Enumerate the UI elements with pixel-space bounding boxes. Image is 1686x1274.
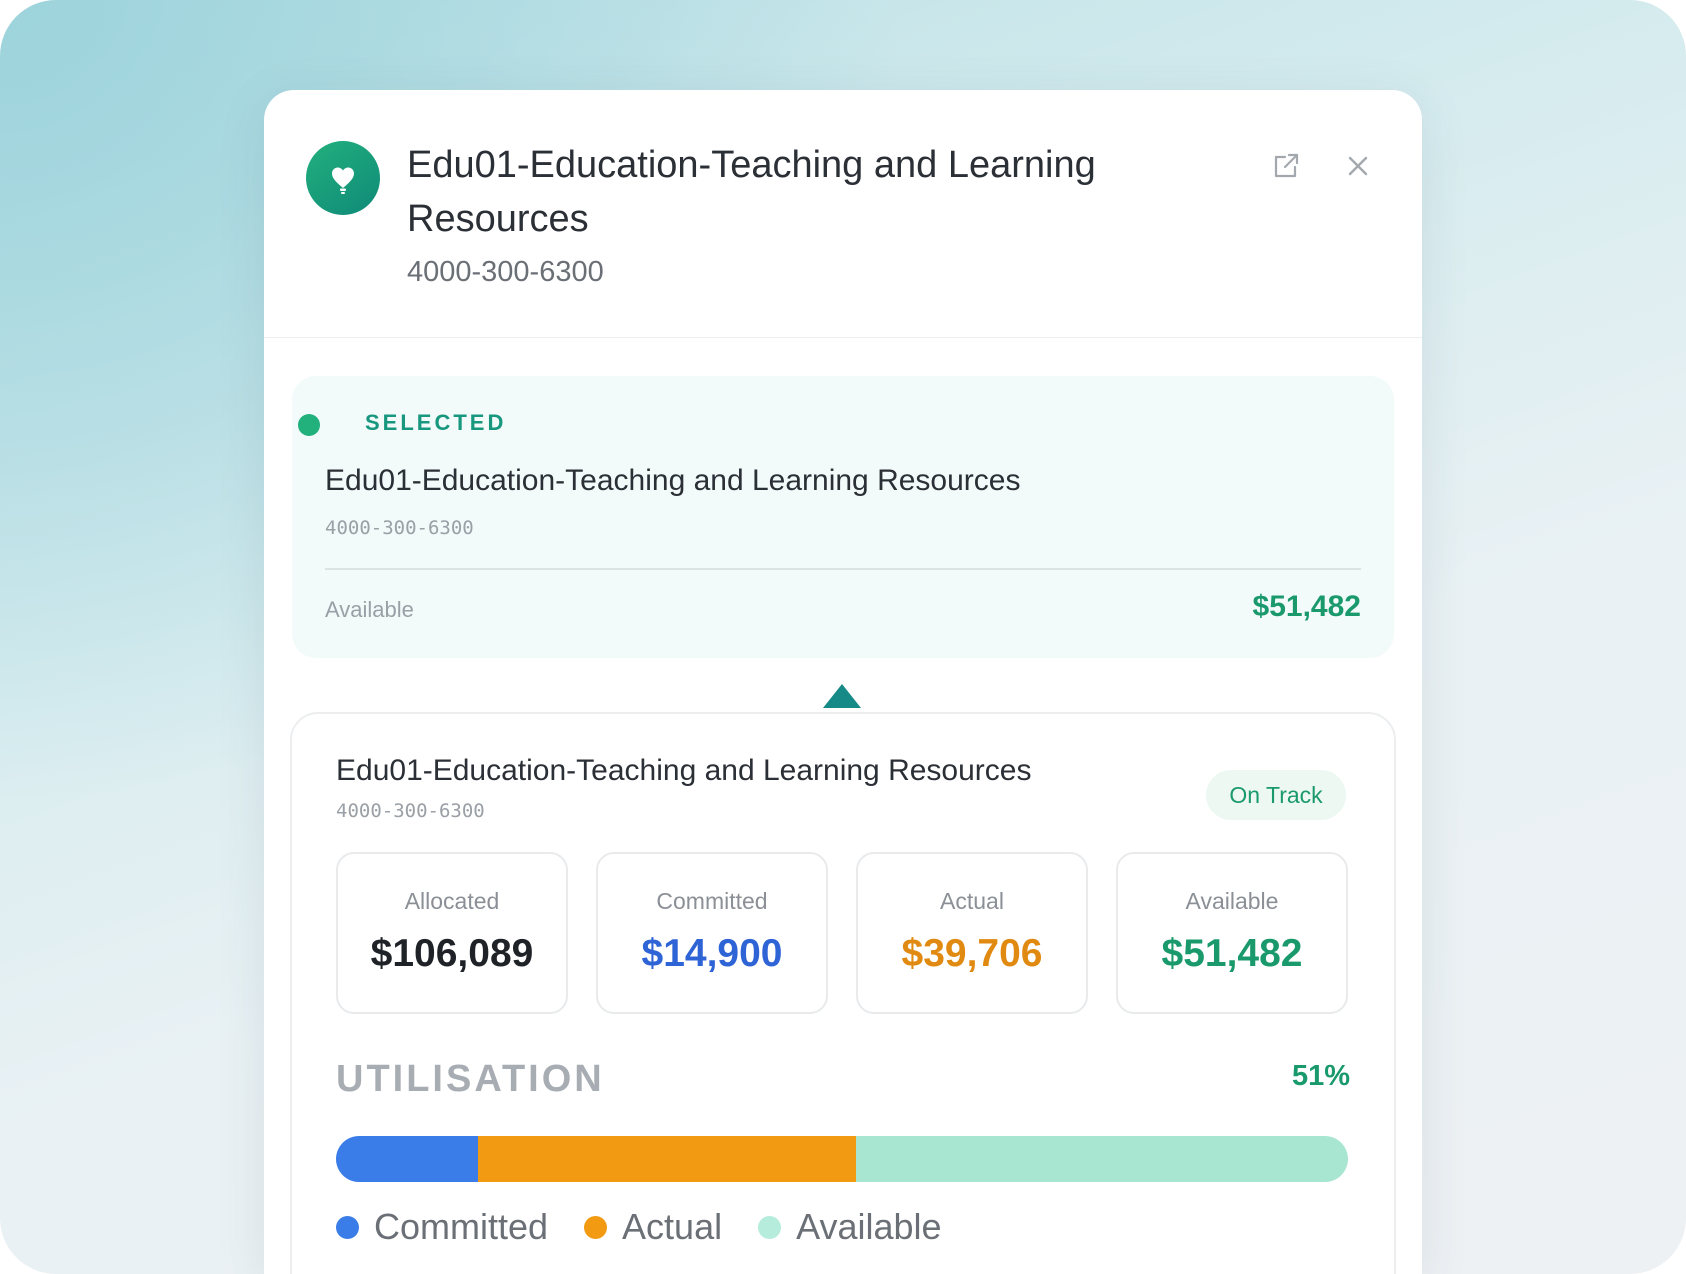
stat-committed: Committed $14,900 xyxy=(596,852,828,1014)
stat-label: Committed xyxy=(656,888,768,914)
legend-item-available: Available xyxy=(758,1206,942,1248)
legend-dot xyxy=(758,1215,782,1239)
legend-item-actual: Actual xyxy=(584,1206,722,1248)
pointer-arrow-icon xyxy=(823,684,861,708)
page-title: Edu01-Education-Teaching and Learning Re… xyxy=(407,144,1096,240)
stat-value: $106,089 xyxy=(370,932,534,975)
stat-allocated: Allocated $106,089 xyxy=(336,852,568,1014)
stat-value: $51,482 xyxy=(1161,932,1303,975)
bar-segment-actual xyxy=(477,1136,857,1182)
legend-dot xyxy=(584,1215,608,1239)
divider xyxy=(325,568,1361,570)
status-badge: On Track xyxy=(1206,770,1346,820)
stat-label: Actual xyxy=(940,888,1004,914)
legend-dot xyxy=(336,1215,359,1239)
close-icon[interactable] xyxy=(1338,146,1378,186)
stat-value: $14,900 xyxy=(641,932,783,975)
detail-account-title: Edu01-Education-Teaching and Learning Re… xyxy=(336,754,1032,787)
selected-available-value: $51,482 xyxy=(1252,590,1361,623)
legend-label: Committed xyxy=(374,1206,549,1247)
panel-header: Edu01-Education-Teaching and Learning Re… xyxy=(264,90,1422,338)
selected-status-dot xyxy=(298,414,320,436)
utilisation-label: UTILISATION xyxy=(336,1058,605,1100)
stat-available: Available $51,482 xyxy=(1116,852,1348,1014)
external-link-icon[interactable] xyxy=(1266,146,1306,186)
bar-segment-available xyxy=(856,1136,1348,1182)
utilisation-bar xyxy=(336,1136,1348,1182)
stat-label: Allocated xyxy=(404,888,500,914)
selected-status-label: SELECTED xyxy=(365,410,507,435)
selected-account-code: 4000-300-6300 xyxy=(325,517,474,539)
account-code: 4000-300-6300 xyxy=(407,256,604,288)
utilisation-legend: Committed Actual Available xyxy=(336,1206,978,1248)
selected-available-label: Available xyxy=(325,597,414,622)
detail-account-code: 4000-300-6300 xyxy=(336,800,485,822)
selected-account-title: Edu01-Education-Teaching and Learning Re… xyxy=(325,464,1021,497)
legend-item-committed: Committed xyxy=(336,1206,548,1248)
heart-bulb-icon xyxy=(306,141,380,215)
legend-label: Actual xyxy=(622,1206,723,1247)
bar-segment-committed xyxy=(336,1136,478,1182)
stat-label: Available xyxy=(1185,888,1279,914)
stat-actual: Actual $39,706 xyxy=(856,852,1088,1014)
utilisation-percent: 51% xyxy=(1291,1060,1350,1092)
account-detail-panel: Edu01-Education-Teaching and Learning Re… xyxy=(264,90,1422,1274)
stat-value: $39,706 xyxy=(901,932,1043,975)
legend-label: Available xyxy=(796,1206,942,1247)
